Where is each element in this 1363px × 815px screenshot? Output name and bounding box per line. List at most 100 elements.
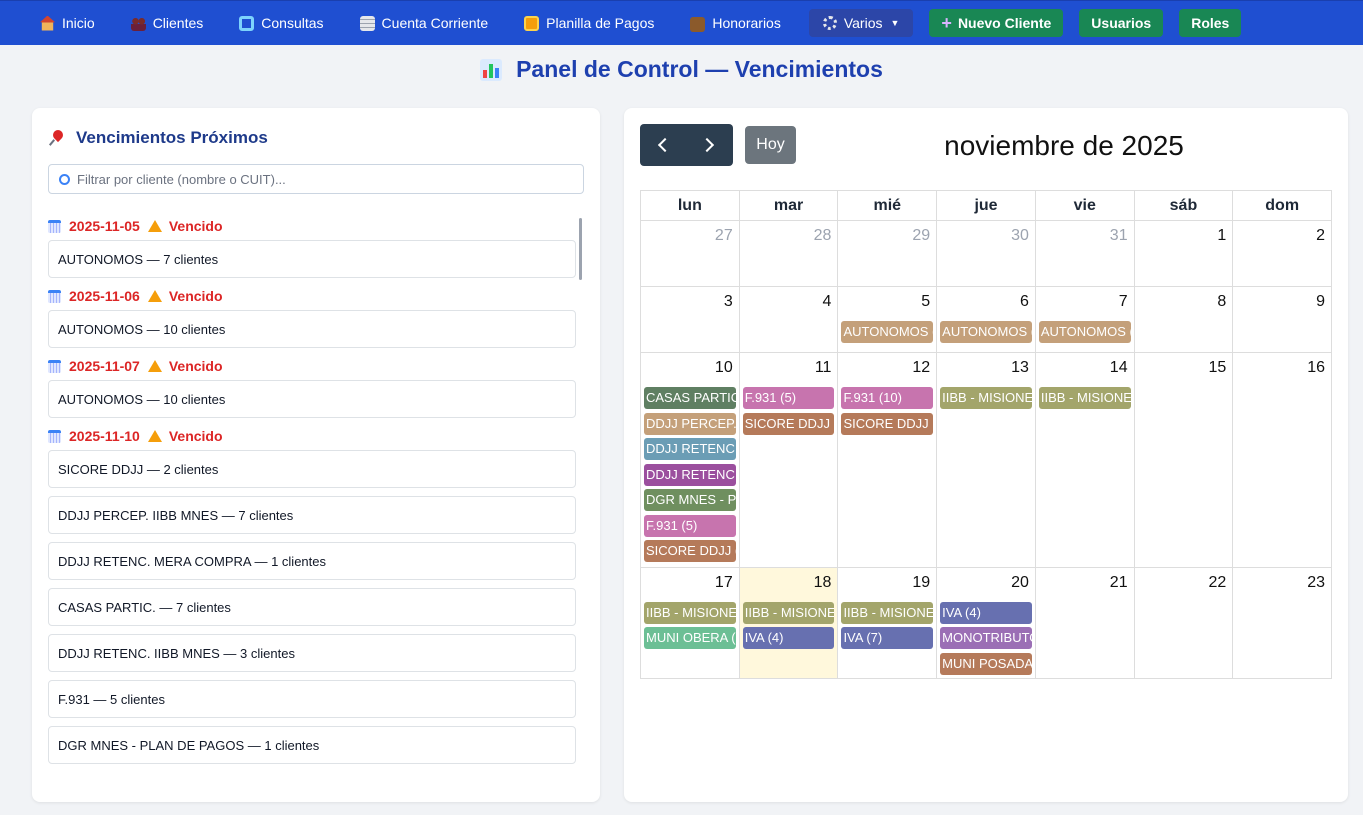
calendar-day[interactable]: 21 [1034, 567, 1134, 678]
calendar-event[interactable]: DDJJ RETENC. IIBB MNES (3) [644, 438, 736, 460]
calendar-event[interactable]: CASAS PARTIC. (7) [644, 387, 736, 409]
calendar-event[interactable]: DDJJ RETENC. MERA COMPRA (1) [644, 463, 736, 486]
calendar-day[interactable]: 29 [837, 221, 936, 286]
day-number[interactable]: 28 [814, 227, 832, 245]
day-number[interactable]: 15 [1209, 359, 1227, 377]
day-number[interactable]: 20 [1011, 574, 1029, 592]
due-item[interactable]: AUTONOMOS — 10 clientes [48, 380, 576, 418]
day-number[interactable]: 1 [1217, 227, 1226, 245]
roles-button[interactable]: Roles [1179, 9, 1242, 37]
day-number[interactable]: 9 [1316, 293, 1325, 311]
client-filter[interactable] [48, 164, 584, 194]
calendar-day[interactable]: 16 [1232, 353, 1331, 567]
day-number[interactable]: 6 [1020, 293, 1029, 311]
calendar-day[interactable]: 31 [1034, 221, 1134, 286]
day-number[interactable]: 10 [715, 359, 733, 377]
day-number[interactable]: 14 [1110, 359, 1128, 377]
day-number[interactable]: 12 [912, 359, 930, 377]
day-number[interactable]: 3 [724, 293, 733, 311]
calendar-event[interactable]: DDJJ PERCEP. IIBB MNES (7) [644, 412, 736, 435]
calendar-event[interactable]: IIBB - MISIONES [940, 387, 1032, 409]
calendar-day[interactable]: 9 [1232, 287, 1331, 352]
calendar-day[interactable]: 20 IVA (4) MONOTRIBUTO MUNI POSADAS [936, 567, 1035, 678]
scrollbar[interactable] [579, 218, 582, 280]
calendar-event[interactable]: IIBB - MISIONES [742, 601, 835, 624]
due-item[interactable]: DDJJ RETENC. MERA COMPRA — 1 clientes [48, 542, 576, 580]
day-number[interactable]: 22 [1209, 574, 1227, 592]
calendar-day[interactable]: 23 [1232, 567, 1331, 678]
day-number[interactable]: 5 [921, 293, 930, 311]
calendar-event[interactable]: F.931 (5) [742, 387, 835, 409]
calendar-day-today[interactable]: 18 IIBB - MISIONES IVA (4) [738, 567, 838, 678]
day-number[interactable]: 13 [1011, 359, 1029, 377]
nav-consultas[interactable]: Consultas [239, 15, 324, 31]
varios-dropdown[interactable]: Varios ▼ [808, 9, 914, 37]
calendar-event[interactable]: DGR MNES - PLAN DE PAGOS (1) [644, 489, 736, 511]
calendar-event[interactable]: MONOTRIBUTO [940, 627, 1032, 649]
day-number[interactable]: 11 [815, 359, 832, 377]
due-item[interactable]: F.931 — 5 clientes [48, 680, 576, 718]
due-item[interactable]: DDJJ RETENC. IIBB MNES — 3 clientes [48, 634, 576, 672]
calendar-day[interactable]: 10 CASAS PARTIC. (7) DDJJ PERCEP. IIBB MNE… [641, 353, 739, 567]
calendar-event[interactable]: IIBB - MISIONES [644, 601, 736, 624]
calendar-event[interactable]: SICORE DDJJ (1) [841, 412, 934, 435]
calendar-day[interactable]: 7 AUTONOMOS (10) [1034, 287, 1134, 352]
day-number[interactable]: 21 [1110, 574, 1128, 592]
calendar-event[interactable]: F.931 (10) [841, 387, 934, 409]
day-number[interactable]: 8 [1217, 293, 1226, 311]
nuevo-cliente-button[interactable]: + Nuevo Cliente [929, 9, 1064, 37]
calendar-day[interactable]: 5 AUTONOMOS (7) [837, 287, 936, 352]
calendar-day[interactable]: 28 [738, 221, 838, 286]
calendar-day[interactable]: 11 F.931 (5) SICORE DDJJ (2) [738, 353, 838, 567]
calendar-event[interactable]: MUNI OBERA (3) [644, 627, 736, 649]
calendar-event[interactable]: AUTONOMOS (10) [940, 321, 1032, 343]
day-number[interactable]: 7 [1119, 293, 1128, 311]
calendar-day[interactable]: 3 [641, 287, 739, 352]
calendar-event[interactable]: IVA (4) [940, 601, 1032, 624]
due-list[interactable]: 2025-11-05 Vencido AUTONOMOS — 7 clientes 2… [48, 216, 584, 796]
nav-planilla-pagos[interactable]: Planilla de Pagos [524, 15, 654, 31]
nav-honorarios[interactable]: Honorarios [690, 15, 781, 32]
day-number[interactable]: 2 [1316, 227, 1325, 245]
calendar-event[interactable]: SICORE DDJJ (2) [644, 540, 736, 562]
due-item[interactable]: DGR MNES - PLAN DE PAGOS — 1 clientes [48, 726, 576, 764]
calendar-day[interactable]: 22 [1133, 567, 1233, 678]
calendar-event[interactable]: AUTONOMOS (10) [1038, 321, 1131, 343]
calendar-day[interactable]: 13 IIBB - MISIONES [936, 353, 1035, 567]
client-filter-input[interactable] [77, 171, 557, 187]
calendar-day[interactable]: 8 [1133, 287, 1233, 352]
nav-inicio[interactable]: Inicio [40, 15, 95, 31]
due-item[interactable]: AUTONOMOS — 10 clientes [48, 310, 576, 348]
calendar-day[interactable]: 14 IIBB - MISIONES [1034, 353, 1134, 567]
day-number[interactable]: 17 [715, 574, 733, 592]
calendar-day[interactable]: 30 [936, 221, 1035, 286]
calendar-event[interactable]: IIBB - MISIONES [841, 601, 934, 624]
usuarios-button[interactable]: Usuarios [1079, 9, 1164, 37]
calendar-day[interactable]: 17 IIBB - MISIONES MUNI OBERA (3) [641, 568, 739, 679]
calendar-day[interactable]: 1 [1133, 221, 1233, 286]
day-number[interactable]: 27 [715, 227, 733, 245]
day-number[interactable]: 31 [1110, 227, 1128, 245]
next-month-button[interactable] [686, 124, 732, 166]
calendar-event[interactable]: MUNI POSADAS [940, 652, 1032, 675]
due-item[interactable]: CASAS PARTIC. — 7 clientes [48, 588, 576, 626]
calendar-day[interactable]: 12 F.931 (10) SICORE DDJJ (1) [837, 353, 936, 567]
due-item[interactable]: SICORE DDJJ — 2 clientes [48, 450, 576, 488]
calendar-day[interactable]: 15 [1133, 353, 1233, 567]
calendar-event[interactable]: SICORE DDJJ (2) [742, 412, 835, 435]
calendar-event[interactable]: AUTONOMOS (7) [841, 321, 934, 343]
day-number[interactable]: 23 [1307, 574, 1325, 592]
nav-cuenta-corriente[interactable]: Cuenta Corriente [359, 15, 488, 31]
calendar-day[interactable]: 4 [738, 287, 838, 352]
calendar-day[interactable]: 19 IIBB - MISIONES IVA (7) [837, 567, 936, 678]
calendar-event[interactable]: F.931 (5) [644, 514, 736, 537]
prev-month-button[interactable] [640, 124, 686, 166]
day-number[interactable]: 19 [912, 574, 930, 592]
calendar-event[interactable]: IVA (4) [742, 627, 835, 649]
today-button[interactable]: Hoy [745, 126, 796, 164]
calendar-day[interactable]: 27 [641, 221, 739, 286]
day-number[interactable]: 30 [1011, 227, 1029, 245]
due-item[interactable]: DDJJ PERCEP. IIBB MNES — 7 clientes [48, 496, 576, 534]
calendar-day[interactable]: 6 AUTONOMOS (10) [936, 287, 1035, 352]
due-item[interactable]: AUTONOMOS — 7 clientes [48, 240, 576, 278]
